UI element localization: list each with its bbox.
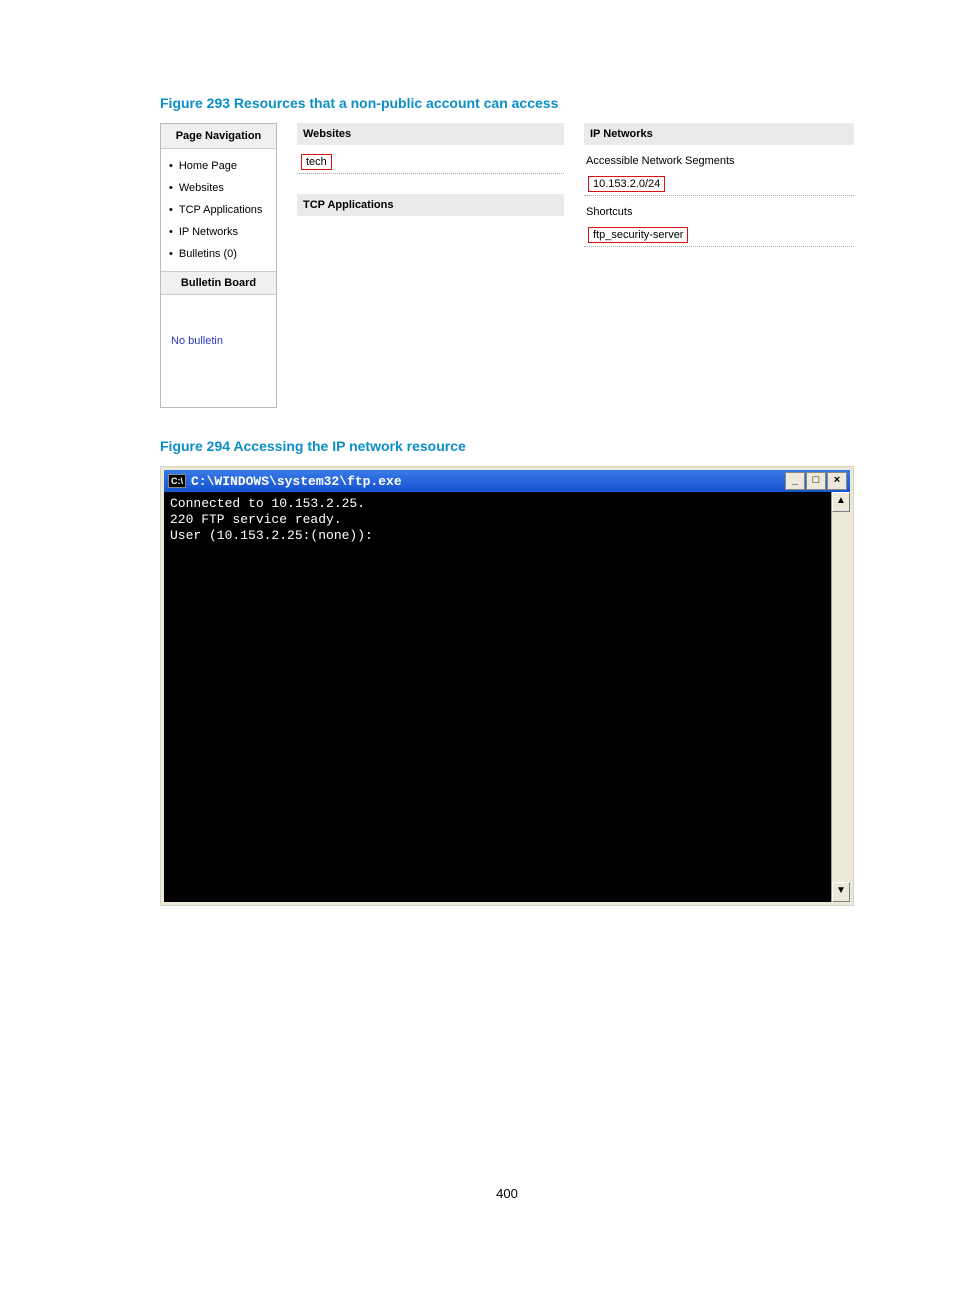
shortcut-link[interactable]: ftp_security-server (588, 227, 688, 243)
figure-294-caption: Figure 294 Accessing the IP network reso… (160, 438, 854, 454)
cmd-icon: C:\ (168, 474, 186, 488)
sidebar-item-ip-networks[interactable]: IP Networks (169, 221, 272, 243)
close-button[interactable]: × (827, 472, 847, 490)
scroll-down-button[interactable]: ▼ (832, 882, 850, 902)
page-navigation-panel: Page Navigation Home Page Websites TCP A… (160, 123, 277, 408)
maximize-button[interactable]: □ (806, 472, 826, 490)
website-link-tech[interactable]: tech (301, 154, 332, 170)
sidebar-item-home-page[interactable]: Home Page (169, 155, 272, 177)
scroll-track[interactable] (832, 512, 850, 882)
bulletin-board-header: Bulletin Board (161, 271, 276, 295)
sidebar-item-bulletins[interactable]: Bulletins (0) (169, 243, 272, 265)
shortcut-value-row: ftp_security-server (584, 224, 854, 247)
middle-column: Websites tech TCP Applications (297, 123, 564, 408)
page-navigation-header: Page Navigation (161, 124, 276, 149)
sidebar-item-websites[interactable]: Websites (169, 177, 272, 199)
scroll-up-button[interactable]: ▲ (832, 492, 850, 512)
bulletin-board-body: No bulletin (161, 295, 276, 407)
minimize-button[interactable]: _ (785, 472, 805, 490)
window-title: C:\WINDOWS\system32\ftp.exe (191, 474, 402, 489)
ip-networks-header: IP Networks (584, 123, 854, 145)
segment-value-row: 10.153.2.0/24 (584, 173, 854, 196)
accessible-segments-label: Accessible Network Segments (584, 151, 854, 173)
console-output[interactable]: Connected to 10.153.2.25. 220 FTP servic… (164, 492, 831, 902)
right-column: IP Networks Accessible Network Segments … (584, 123, 854, 408)
cmd-window: C:\ C:\WINDOWS\system32\ftp.exe _ □ × Co… (160, 466, 854, 906)
figure-293-caption: Figure 293 Resources that a non-public a… (160, 95, 854, 111)
websites-header: Websites (297, 123, 564, 145)
sidebar-item-tcp-applications[interactable]: TCP Applications (169, 199, 272, 221)
websites-value-row: tech (297, 151, 564, 174)
figure-293-body: Page Navigation Home Page Websites TCP A… (160, 123, 854, 408)
network-segment-link[interactable]: 10.153.2.0/24 (588, 176, 665, 192)
shortcuts-label: Shortcuts (584, 202, 854, 224)
vertical-scrollbar[interactable]: ▲ ▼ (831, 492, 850, 902)
page-number: 400 (160, 1186, 854, 1201)
window-titlebar[interactable]: C:\ C:\WINDOWS\system32\ftp.exe _ □ × (164, 470, 850, 492)
tcp-applications-header: TCP Applications (297, 194, 564, 216)
